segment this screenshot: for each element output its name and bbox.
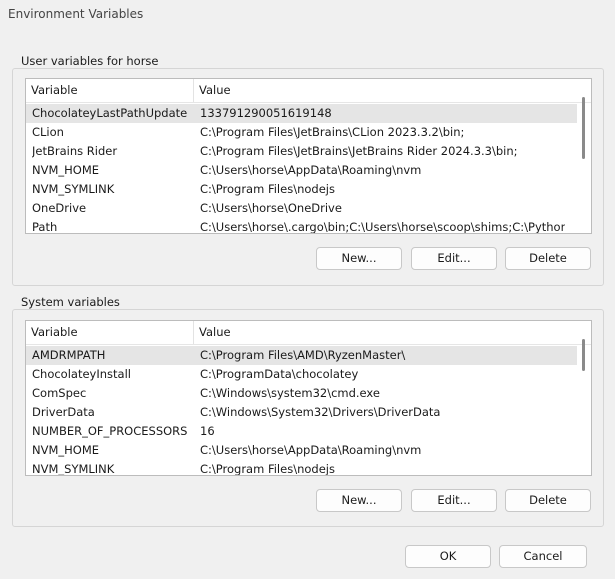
list-header: Variable Value xyxy=(26,79,591,103)
variable-name: CLion xyxy=(32,125,64,139)
ok-button[interactable]: OK xyxy=(405,545,491,568)
variable-name: OneDrive xyxy=(32,201,87,215)
table-row[interactable]: NUMBER_OF_PROCESSORS 16 xyxy=(26,422,577,441)
vertical-scrollbar[interactable] xyxy=(577,97,591,233)
user-edit-button[interactable]: Edit... xyxy=(411,247,497,270)
variable-value: C:\Program Files\nodejs xyxy=(200,182,335,196)
table-row[interactable]: JetBrains Rider C:\Program Files\JetBrai… xyxy=(26,142,577,161)
system-new-button[interactable]: New... xyxy=(316,489,402,512)
table-row[interactable]: NVM_HOME C:\Users\horse\AppData\Roaming\… xyxy=(26,441,577,460)
table-row[interactable]: CLion C:\Program Files\JetBrains\CLion 2… xyxy=(26,123,577,142)
column-header-variable[interactable]: Variable xyxy=(26,321,194,344)
variable-name: AMDRMPATH xyxy=(32,348,106,362)
scrollbar-thumb[interactable] xyxy=(582,339,585,371)
list-body: ChocolateyLastPathUpdate 133791290051619… xyxy=(26,103,577,233)
column-header-variable[interactable]: Variable xyxy=(26,79,194,102)
column-header-value[interactable]: Value xyxy=(194,79,574,102)
window-title: Environment Variables xyxy=(8,7,144,21)
variable-value: 16 xyxy=(200,424,215,438)
system-delete-button[interactable]: Delete xyxy=(505,489,591,512)
scrollbar-thumb[interactable] xyxy=(582,97,585,159)
variable-value: C:\Users\horse\AppData\Roaming\nvm xyxy=(200,443,422,457)
system-variables-label: System variables xyxy=(19,295,122,309)
variable-name: ComSpec xyxy=(32,386,87,400)
table-row[interactable]: NVM_SYMLINK C:\Program Files\nodejs xyxy=(26,460,577,475)
user-variables-list[interactable]: Variable Value ChocolateyLastPathUpdate … xyxy=(25,78,592,234)
variable-value: C:\Program Files\AMD\RyzenMaster\ xyxy=(200,348,406,362)
user-variables-label: User variables for horse xyxy=(19,54,161,68)
variable-name: NVM_SYMLINK xyxy=(32,462,115,475)
variable-name: ChocolateyLastPathUpdate xyxy=(32,106,188,120)
vertical-scrollbar[interactable] xyxy=(577,339,591,475)
title-bar: Environment Variables xyxy=(0,0,615,30)
table-row[interactable]: NVM_HOME C:\Users\horse\AppData\Roaming\… xyxy=(26,161,577,180)
table-row[interactable]: ChocolateyLastPathUpdate 133791290051619… xyxy=(26,104,577,123)
system-variables-list[interactable]: Variable Value AMDRMPATH C:\Program File… xyxy=(25,320,592,476)
variable-name: NVM_HOME xyxy=(32,163,100,177)
variable-name: DriverData xyxy=(32,405,95,419)
variable-value: C:\Users\horse\.cargo\bin;C:\Users\horse… xyxy=(200,220,565,233)
variable-name: JetBrains Rider xyxy=(32,144,118,158)
table-row[interactable]: ChocolateyInstall C:\ProgramData\chocola… xyxy=(26,365,577,384)
variable-name: NUMBER_OF_PROCESSORS xyxy=(32,424,188,438)
table-row[interactable]: NVM_SYMLINK C:\Program Files\nodejs xyxy=(26,180,577,199)
cancel-button[interactable]: Cancel xyxy=(499,545,587,568)
column-header-value[interactable]: Value xyxy=(194,321,574,344)
user-delete-button[interactable]: Delete xyxy=(505,247,591,270)
variable-name: ChocolateyInstall xyxy=(32,367,131,381)
table-row[interactable]: ComSpec C:\Windows\system32\cmd.exe xyxy=(26,384,577,403)
variable-value: C:\Program Files\nodejs xyxy=(200,462,335,475)
variable-value: C:\ProgramData\chocolatey xyxy=(200,367,359,381)
system-edit-button[interactable]: Edit... xyxy=(411,489,497,512)
table-row[interactable]: DriverData C:\Windows\System32\Drivers\D… xyxy=(26,403,577,422)
list-header: Variable Value xyxy=(26,321,591,345)
variable-name: Path xyxy=(32,220,58,233)
variable-value: C:\Windows\system32\cmd.exe xyxy=(200,386,380,400)
table-row[interactable]: Path C:\Users\horse\.cargo\bin;C:\Users\… xyxy=(26,218,577,233)
variable-value: C:\Users\horse\AppData\Roaming\nvm xyxy=(200,163,422,177)
variable-name: NVM_SYMLINK xyxy=(32,182,115,196)
variable-value: C:\Windows\System32\Drivers\DriverData xyxy=(200,405,441,419)
variable-value: C:\Users\horse\OneDrive xyxy=(200,201,342,215)
list-body: AMDRMPATH C:\Program Files\AMD\RyzenMast… xyxy=(26,345,577,475)
variable-value: C:\Program Files\JetBrains\JetBrains Rid… xyxy=(200,144,518,158)
variable-name: NVM_HOME xyxy=(32,443,100,457)
variable-value: C:\Program Files\JetBrains\CLion 2023.3.… xyxy=(200,125,465,139)
table-row[interactable]: OneDrive C:\Users\horse\OneDrive xyxy=(26,199,577,218)
table-row[interactable]: AMDRMPATH C:\Program Files\AMD\RyzenMast… xyxy=(26,346,577,365)
variable-value: 133791290051619148 xyxy=(200,106,332,120)
user-new-button[interactable]: New... xyxy=(316,247,402,270)
